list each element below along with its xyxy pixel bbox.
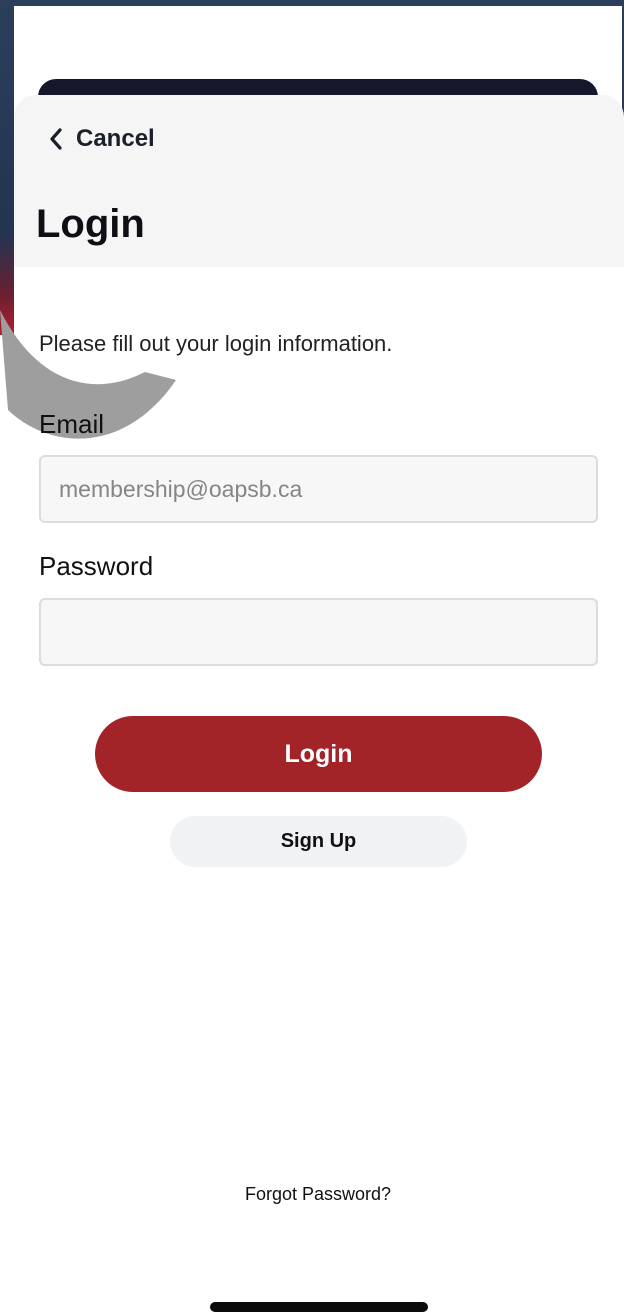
login-button[interactable]: Login [95, 716, 542, 792]
email-label: Email [39, 409, 105, 439]
forgot-password-link[interactable]: Forgot Password? [0, 1184, 624, 1205]
signup-button[interactable]: Sign Up [170, 816, 467, 867]
sheet-body [14, 267, 624, 335]
home-indicator [210, 1302, 428, 1312]
cancel-button[interactable]: Cancel [48, 122, 155, 156]
chevron-left-icon [48, 127, 64, 151]
login-instructions: Please fill out your login information. [39, 331, 393, 356]
email-field[interactable] [39, 455, 598, 523]
cancel-label: Cancel [76, 125, 155, 152]
password-field[interactable] [39, 598, 598, 666]
page-title: Login [36, 202, 145, 246]
password-label: Password [39, 551, 154, 581]
